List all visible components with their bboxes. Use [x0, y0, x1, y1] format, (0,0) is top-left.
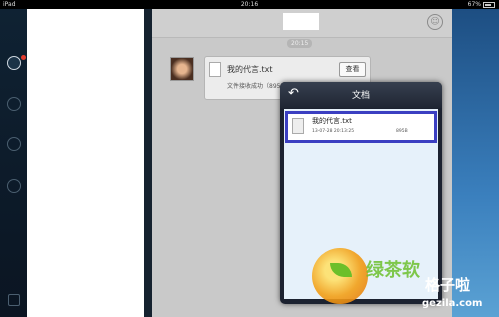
discover-icon[interactable] [7, 179, 21, 193]
battery-percent: 67% [467, 1, 481, 8]
conversation-list-panel [27, 9, 144, 317]
chat-header: ☺ [152, 9, 452, 38]
watermark-brand: 格子啦 [425, 276, 471, 294]
status-bar: iPad 20:16 67% [0, 0, 499, 9]
contacts-icon[interactable] [7, 97, 21, 111]
txt-file-icon [292, 118, 304, 134]
chat-title-redacted [283, 13, 319, 30]
battery-indicator: 67% [468, 0, 495, 9]
settings-icon[interactable] [8, 294, 20, 306]
document-size: 895B [396, 129, 408, 134]
notification-badge [21, 55, 26, 60]
battery-icon [483, 1, 495, 8]
file-name: 我的代言.txt [227, 65, 273, 74]
file-icon [209, 62, 221, 77]
profile-icon[interactable]: ☺ [427, 14, 443, 30]
document-item[interactable]: 我的代言.txt 13-07-28 20:13:25 895B [285, 111, 437, 143]
file-status: 文件接收成功（895B [227, 83, 285, 90]
message-timestamp: 20:15 [287, 39, 313, 48]
left-nav-rail [0, 9, 27, 317]
documents-header: ↶ 文档 [280, 82, 442, 108]
document-date: 13-07-28 20:13:25 [312, 129, 355, 134]
status-time: 20:16 [240, 1, 259, 8]
messages-icon[interactable] [7, 55, 26, 70]
watermark-url: gezila.com [422, 298, 483, 309]
background-wallpaper [452, 9, 499, 317]
view-file-button[interactable]: 查看 [339, 62, 366, 77]
sender-avatar[interactable] [170, 57, 194, 81]
documents-title: 文档 [351, 91, 370, 101]
panel-divider [144, 9, 152, 317]
groups-icon[interactable] [7, 137, 21, 151]
watermark-green-text: 绿茶软 [366, 260, 420, 281]
document-name: 我的代言.txt [312, 117, 352, 125]
